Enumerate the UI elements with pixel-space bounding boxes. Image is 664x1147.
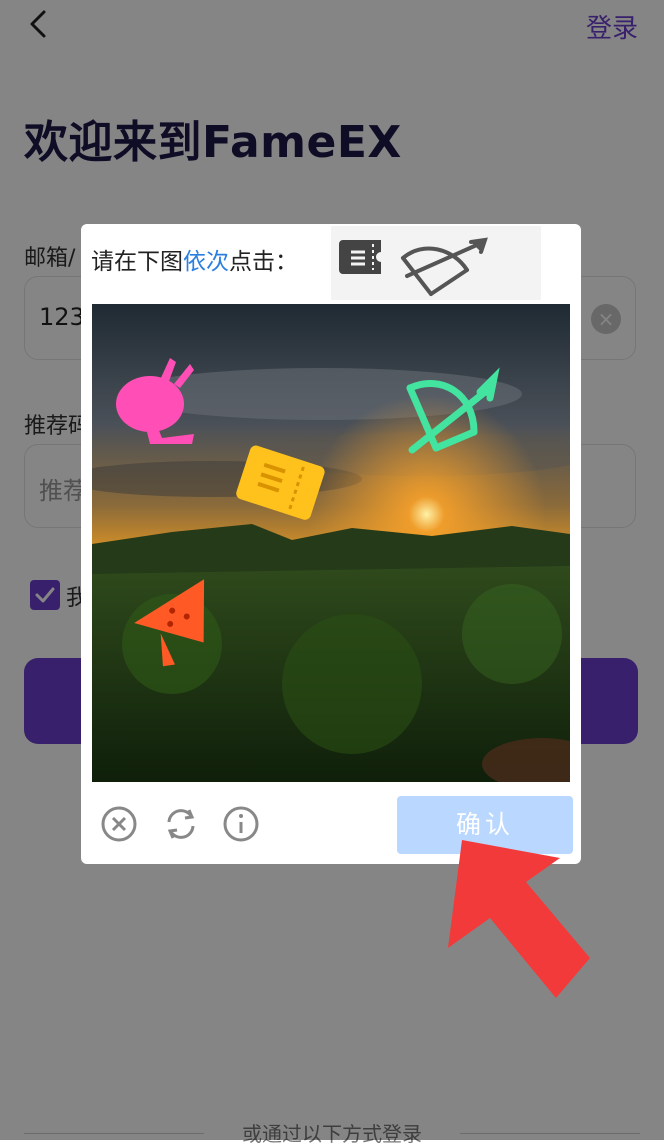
captcha-target-icons bbox=[331, 226, 541, 300]
prompt-highlight: 依次 bbox=[183, 249, 229, 275]
prompt-prefix: 请在下图 bbox=[91, 249, 183, 275]
bow-arrow-icon bbox=[401, 237, 488, 296]
close-icon[interactable] bbox=[99, 804, 139, 844]
captcha-dialog: 请在下图依次点击： 确认 bbox=[81, 224, 581, 864]
captcha-prompt: 请在下图依次点击： bbox=[91, 242, 298, 276]
pointer-arrow-icon bbox=[448, 840, 590, 998]
ticket-icon bbox=[339, 240, 381, 274]
captcha-image[interactable] bbox=[92, 304, 570, 782]
info-icon[interactable] bbox=[221, 804, 261, 844]
refresh-icon[interactable] bbox=[161, 804, 201, 844]
prompt-suffix: 点击： bbox=[229, 249, 298, 275]
